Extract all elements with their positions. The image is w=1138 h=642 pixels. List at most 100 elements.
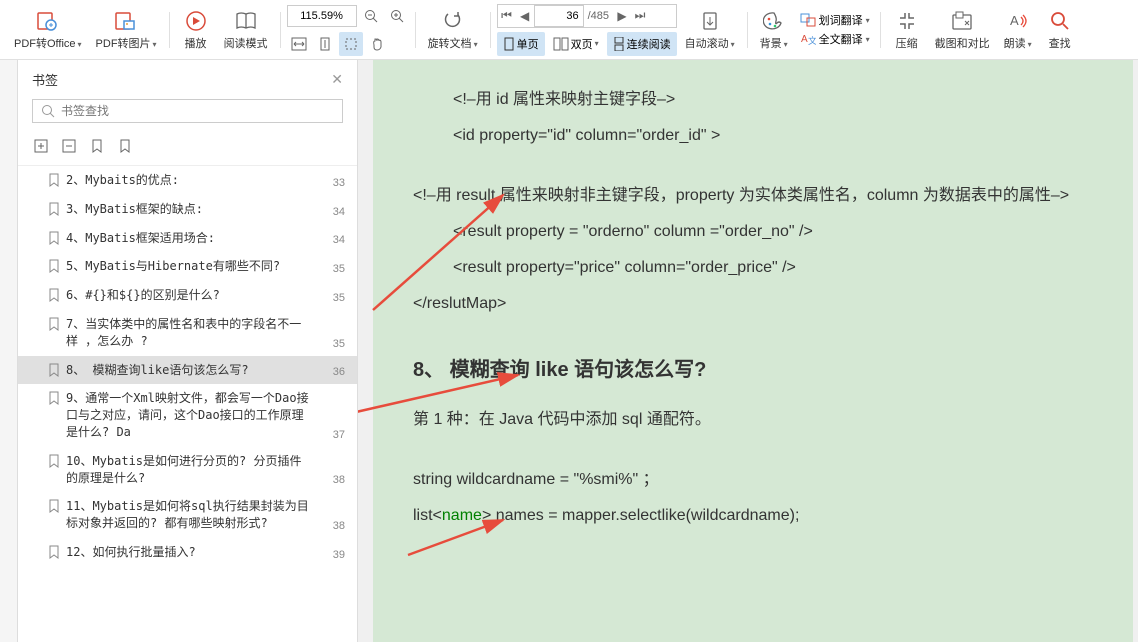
code-line: <result property="price" column="order_p… [413, 252, 1093, 284]
background-button[interactable]: 背景 [754, 7, 794, 53]
bookmark-page: 36 [317, 366, 345, 378]
bookmark-item[interactable]: 2、Mybaits的优点: 33 [18, 166, 357, 195]
pdf-image-icon [114, 9, 138, 33]
compress-button[interactable]: 压缩 [887, 7, 927, 53]
bookmark-icon[interactable] [116, 137, 134, 155]
play-button[interactable]: 播放 [176, 7, 216, 53]
bookmark-icon [48, 317, 60, 331]
bookmark-icon [48, 202, 60, 216]
bookmark-text: 6、#{}和${}的区别是什么? [66, 287, 311, 304]
pdf-office-icon [36, 9, 60, 33]
bookmark-item[interactable]: 10、Mybatis是如何进行分页的? 分页插件的原理是什么?38 [18, 447, 357, 493]
bookmark-icon [48, 363, 60, 377]
page-total: /485 [584, 10, 613, 22]
fit-page-icon[interactable] [313, 32, 337, 56]
code-line: list<name> names = mapper.selectlike(wil… [413, 500, 1093, 532]
rotate-button[interactable]: 旋转文档 [422, 7, 484, 53]
bookmark-item[interactable]: 5、MyBatis与Hibernate有哪些不同?35 [18, 252, 357, 281]
bookmark-icon [48, 545, 60, 559]
bookmark-item[interactable]: 6、#{}和${}的区别是什么? 35 [18, 281, 357, 310]
zoom-in-icon[interactable] [385, 4, 409, 28]
svg-text:文: 文 [808, 35, 816, 46]
continuous-button[interactable]: 连续阅读 [607, 32, 677, 56]
bookmark-item[interactable]: 12、如何执行批量插入?39 [18, 538, 357, 567]
bookmark-item[interactable]: 7、当实体类中的属性名和表中的字段名不一样 ，怎么办 ? 35 [18, 310, 357, 356]
main-toolbar: PDF转Office PDF转图片 播放 阅读模式 旋转文档 ⏮ [0, 0, 1138, 60]
bookmark-icon [48, 391, 60, 405]
bookmark-item[interactable]: 3、MyBatis框架的缺点:34 [18, 195, 357, 224]
close-sidebar-button[interactable]: ✕ [331, 71, 343, 88]
bookmark-add-icon[interactable] [88, 137, 106, 155]
bookmark-icon [48, 173, 60, 187]
hand-tool-icon[interactable] [365, 32, 389, 56]
full-translate-icon: A文 [800, 32, 816, 46]
double-page-icon [553, 37, 569, 51]
bookmark-item[interactable]: 8、 模糊查询like语句该怎么写?36 [18, 356, 357, 385]
bookmark-toolbar [18, 133, 357, 165]
bookmark-icon [48, 454, 60, 468]
auto-scroll-button[interactable]: 自动滚动 [679, 7, 741, 53]
bookmark-text: 7、当实体类中的属性名和表中的字段名不一样 ，怎么办 ? [66, 316, 311, 350]
sidebar-title: 书签 [32, 70, 58, 89]
code-comment: <!–用 id 属性来映射主键字段–> [413, 84, 1093, 116]
screenshot-compare-button[interactable]: 截图和对比 [929, 7, 996, 53]
bookmark-icon [48, 499, 60, 513]
bookmark-text: 12、如何执行批量插入? [66, 544, 311, 561]
next-page-button[interactable]: ▶ [613, 5, 631, 27]
bookmark-item[interactable]: 11、Mybatis是如何将sql执行结果封装为目标对象并返回的? 都有哪些映射… [18, 492, 357, 538]
collapse-icon[interactable] [60, 137, 78, 155]
compress-icon [895, 9, 919, 33]
bookmarks-sidebar: 书签 ✕ 2、Mybaits的优点:333、MyBatis框架的缺点:344、M… [18, 60, 358, 642]
pdf-to-office-button[interactable]: PDF转Office [8, 7, 88, 53]
zoom-input[interactable] [287, 5, 357, 27]
code-line: string wildcardname = "%smi%" ； [413, 464, 1093, 496]
prev-page-button[interactable]: ◀ [516, 5, 534, 27]
continuous-icon [613, 37, 625, 51]
bookmark-page: 35 [317, 338, 345, 350]
code-line: <result property = "orderno" column ="or… [413, 216, 1093, 248]
section-heading: 8、 模糊查询 like 语句该怎么写? [413, 350, 1093, 390]
bookmark-page: 33 [317, 177, 345, 189]
page-nav: ⏮ ◀ /485 ▶ ⏭ [497, 4, 677, 28]
document-viewport[interactable]: <!–用 id 属性来映射主键字段–> <id property="id" co… [358, 60, 1138, 642]
code-line: <id property="id" column="order_id" > [413, 120, 1093, 152]
screenshot-icon [950, 9, 974, 33]
zoom-out-icon[interactable] [359, 4, 383, 28]
bookmark-text: 3、MyBatis框架的缺点: [66, 201, 311, 218]
code-line: </reslutMap> [413, 288, 1093, 320]
bookmark-search-input[interactable] [61, 104, 334, 118]
single-page-button[interactable]: 单页 [497, 32, 545, 56]
page-input[interactable] [534, 5, 584, 27]
bookmark-page: 34 [317, 234, 345, 246]
search-icon [1048, 9, 1072, 33]
bookmark-text: 9、通常一个Xml映射文件，都会写一个Dao接口与之对应，请问，这个Dao接口的… [66, 390, 311, 440]
svg-text:A: A [1010, 13, 1019, 28]
read-aloud-button[interactable]: A 朗读 [998, 7, 1038, 53]
first-page-button[interactable]: ⏮ [498, 5, 516, 27]
bookmark-text: 11、Mybatis是如何将sql执行结果封装为目标对象并返回的? 都有哪些映射… [66, 498, 311, 532]
bookmark-icon [48, 231, 60, 245]
left-strip [0, 60, 18, 642]
bookmark-page: 35 [317, 292, 345, 304]
read-mode-button[interactable]: 阅读模式 [218, 7, 274, 53]
selection-tool-icon[interactable] [339, 32, 363, 56]
bookmark-text: 10、Mybatis是如何进行分页的? 分页插件的原理是什么? [66, 453, 311, 487]
bookmark-text: 4、MyBatis框架适用场合: [66, 230, 311, 247]
bookmark-search[interactable] [32, 99, 343, 123]
rotate-icon [441, 9, 465, 33]
palette-icon [762, 9, 786, 33]
auto-scroll-icon [698, 9, 722, 33]
expand-icon[interactable] [32, 137, 50, 155]
bookmark-item[interactable]: 4、MyBatis框架适用场合: 34 [18, 224, 357, 253]
word-translate-button[interactable]: 划词翻译 [796, 11, 874, 29]
find-button[interactable]: 查找 [1040, 7, 1080, 53]
bookmark-text: 2、Mybaits的优点: [66, 172, 311, 189]
pdf-to-image-button[interactable]: PDF转图片 [90, 7, 163, 53]
last-page-button[interactable]: ⏭ [631, 5, 649, 27]
fit-width-icon[interactable] [287, 32, 311, 56]
code-comment: <!–用 result 属性来映射非主键字段，property 为实体类属性名，… [413, 180, 1093, 212]
bookmark-page: 37 [317, 429, 345, 441]
full-translate-button[interactable]: A文 全文翻译 [796, 30, 874, 48]
bookmark-item[interactable]: 9、通常一个Xml映射文件，都会写一个Dao接口与之对应，请问，这个Dao接口的… [18, 384, 357, 446]
double-page-button[interactable]: 双页 ▾ [547, 32, 605, 56]
